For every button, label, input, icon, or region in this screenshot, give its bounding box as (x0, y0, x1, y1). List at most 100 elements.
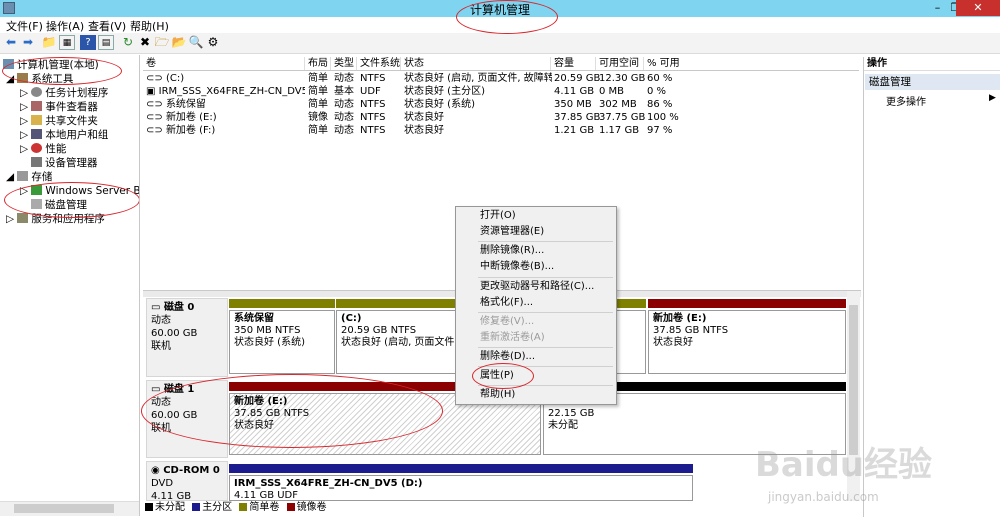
table-row[interactable]: ⊂⊃ 新加卷 (E:) 镜像 动态 NTFS 状态良好 37.85 GB 37.… (143, 111, 859, 124)
menu-item-break-mirror[interactable]: 中断镜像卷(B)... (480, 260, 554, 274)
table-row[interactable]: ▣ IRM_SSS_X64FRE_ZH-CN_DV5 (D:) 简单 基本 UD… (143, 85, 859, 98)
partition-status: 未分配 (548, 420, 578, 431)
menu-item-change-drive-letter[interactable]: 更改驱动器号和路径(C)... (480, 280, 594, 294)
table-row[interactable]: ⊂⊃ 新加卷 (F:) 简单 动态 NTFS 状态良好 1.21 GB 1.17… (143, 124, 859, 137)
annotation-ellipse (2, 57, 122, 85)
legend-swatch-unallocated (145, 503, 153, 511)
volume-filesystem: NTFS (360, 125, 386, 136)
column-header-filesystem[interactable]: 文件系统 (357, 57, 401, 70)
menu-item-reactivate-volume[interactable]: 重新激活卷(A) (480, 331, 545, 345)
settings-icon[interactable]: ⚙ (205, 35, 221, 50)
volume-type: 动态 (334, 112, 354, 123)
back-icon[interactable]: ⬅ (3, 35, 19, 50)
legend-primary: 主分区 (202, 502, 233, 513)
column-header-free-space[interactable]: 可用空间 (596, 57, 644, 70)
tree-item-shared-folders[interactable]: ▷ 共享文件夹 (20, 114, 98, 128)
partition-name: 系统保留 (234, 313, 274, 324)
volume-layout: 简单 (308, 99, 328, 110)
volume-percent-free: 100 % (647, 112, 679, 123)
cdrom-0-label[interactable]: ◉ CD-ROM 0 DVD 4.11 GB (146, 461, 228, 502)
column-header-percent-free[interactable]: % 可用 (644, 57, 859, 70)
menu-item-delete-volume[interactable]: 删除卷(D)... (480, 350, 535, 364)
volume-filesystem: NTFS (360, 112, 386, 123)
volume-name: ⊂⊃ 新加卷 (F:) (146, 125, 216, 136)
partition-status: 状态良好 (653, 337, 693, 348)
column-header-layout[interactable]: 布局 (305, 57, 331, 70)
storage-icon (17, 171, 29, 181)
up-icon[interactable]: 📁 (41, 35, 57, 50)
volume-capacity: 1.21 GB (554, 125, 595, 136)
menu-action[interactable]: 操作(A) (46, 18, 84, 34)
legend-swatch-mirror (286, 503, 295, 511)
cdrom-icon: ◉ (151, 465, 164, 476)
menu-separator (478, 312, 613, 313)
tree-item-event-viewer[interactable]: ▷ 事件查看器 (20, 100, 98, 114)
show-hide-tree-icon[interactable]: ▦ (59, 35, 75, 50)
menu-separator (478, 347, 613, 348)
tree-horizontal-scrollbar[interactable] (0, 501, 139, 516)
menu-item-repair-volume[interactable]: 修复卷(V)... (480, 315, 534, 329)
tree-item-device-manager[interactable]: 设备管理器 (31, 156, 98, 170)
actions-section-disk-management[interactable]: 磁盘管理 (865, 74, 1000, 90)
volume-percent-free: 86 % (647, 99, 673, 110)
table-row[interactable]: ⊂⊃ (C:) 简单 动态 NTFS 状态良好 (启动, 页面文件, 故障转储)… (143, 72, 859, 85)
column-header-status[interactable]: 状态 (401, 57, 551, 70)
volume-free-space: 1.17 GB (599, 125, 640, 136)
menu-help[interactable]: 帮助(H) (130, 18, 169, 34)
forward-icon[interactable]: ➡ (20, 35, 36, 50)
menu-file[interactable]: 文件(F) (6, 18, 43, 34)
chevron-right-icon[interactable]: ▶ (989, 93, 996, 103)
partition-system-reserved[interactable]: 系统保留 350 MB NTFS 状态良好 (系统) (229, 310, 335, 374)
tree-item-performance[interactable]: ▷ 性能 (20, 142, 66, 156)
volume-capacity: 20.59 GB (554, 73, 601, 84)
table-row[interactable]: ⊂⊃ 系统保留 简单 动态 NTFS 状态良好 (系统) 350 MB 302 … (143, 98, 859, 111)
disk-size: 60.00 GB (151, 328, 198, 339)
help-icon[interactable]: ? (80, 35, 96, 50)
scroll-thumb[interactable] (849, 305, 858, 455)
menu-item-format[interactable]: 格式化(F)... (480, 296, 533, 310)
volume-free-space: 12.30 GB (599, 73, 646, 84)
partition-e-disk0[interactable]: 新加卷 (E:) 37.85 GB NTFS 状态良好 (648, 310, 846, 374)
annotation-ellipse (472, 363, 534, 389)
properties-icon[interactable]: ▤ (98, 35, 114, 50)
volume-layout: 镜像 (308, 112, 328, 123)
folder-icon[interactable]: 🗁 (154, 35, 170, 50)
performance-icon (31, 143, 43, 153)
disk-name: ▭ 磁盘 0 (151, 302, 195, 313)
volume-filesystem: UDF (360, 86, 381, 97)
volume-layout: 简单 (308, 86, 328, 97)
delete-icon[interactable]: ✖ (137, 35, 153, 50)
menu-item-remove-mirror[interactable]: 删除镜像(R)... (480, 244, 544, 258)
close-icon[interactable]: ✕ (956, 0, 1000, 16)
annotation-ellipse (4, 182, 139, 218)
simple-volume-bar (229, 299, 335, 308)
menu-item-explorer[interactable]: 资源管理器(E) (480, 225, 544, 239)
partition-size: 22.15 GB (548, 408, 595, 419)
users-icon (31, 129, 43, 139)
menu-view[interactable]: 查看(V) (88, 18, 126, 34)
tree-item-task-scheduler[interactable]: ▷ 任务计划程序 (20, 86, 108, 100)
open-icon[interactable]: 📂 (171, 35, 187, 50)
volume-type: 动态 (334, 125, 354, 136)
column-header-volume[interactable]: 卷 (143, 57, 305, 70)
partition-dvd[interactable]: IRM_SSS_X64FRE_ZH-CN_DV5 (D:) 4.11 GB UD… (229, 475, 693, 501)
legend-unallocated: 未分配 (155, 502, 185, 513)
device-icon (31, 157, 42, 167)
menu-item-help[interactable]: 帮助(H) (480, 388, 515, 402)
column-header-capacity[interactable]: 容量 (551, 57, 596, 70)
more-actions[interactable]: 更多操作 (886, 93, 926, 108)
search-icon[interactable]: 🔍 (188, 35, 204, 50)
menu-item-open[interactable]: 打开(O) (480, 209, 516, 223)
refresh-icon[interactable]: ↻ (120, 35, 136, 50)
toolbar: ⬅ ➡ 📁 ▦ ? ▤ ↻ ✖ 🗁 📂 🔍 ⚙ (0, 33, 1000, 54)
disk-0-label[interactable]: ▭ 磁盘 0 动态 60.00 GB 联机 (146, 298, 228, 377)
partition-status: 状态良好 (系统) (234, 337, 305, 348)
volume-type: 基本 (334, 86, 354, 97)
tree-item-local-users[interactable]: ▷ 本地用户和组 (20, 128, 108, 142)
tree-item-storage[interactable]: ◢ 存储 (6, 170, 52, 184)
volume-free-space: 37.75 GB (599, 112, 646, 123)
legend: 未分配 主分区 简单卷 镜像卷 (143, 501, 861, 514)
column-header-type[interactable]: 类型 (331, 57, 357, 70)
volume-status: 状态良好 (404, 112, 444, 123)
scroll-thumb[interactable] (14, 504, 114, 513)
